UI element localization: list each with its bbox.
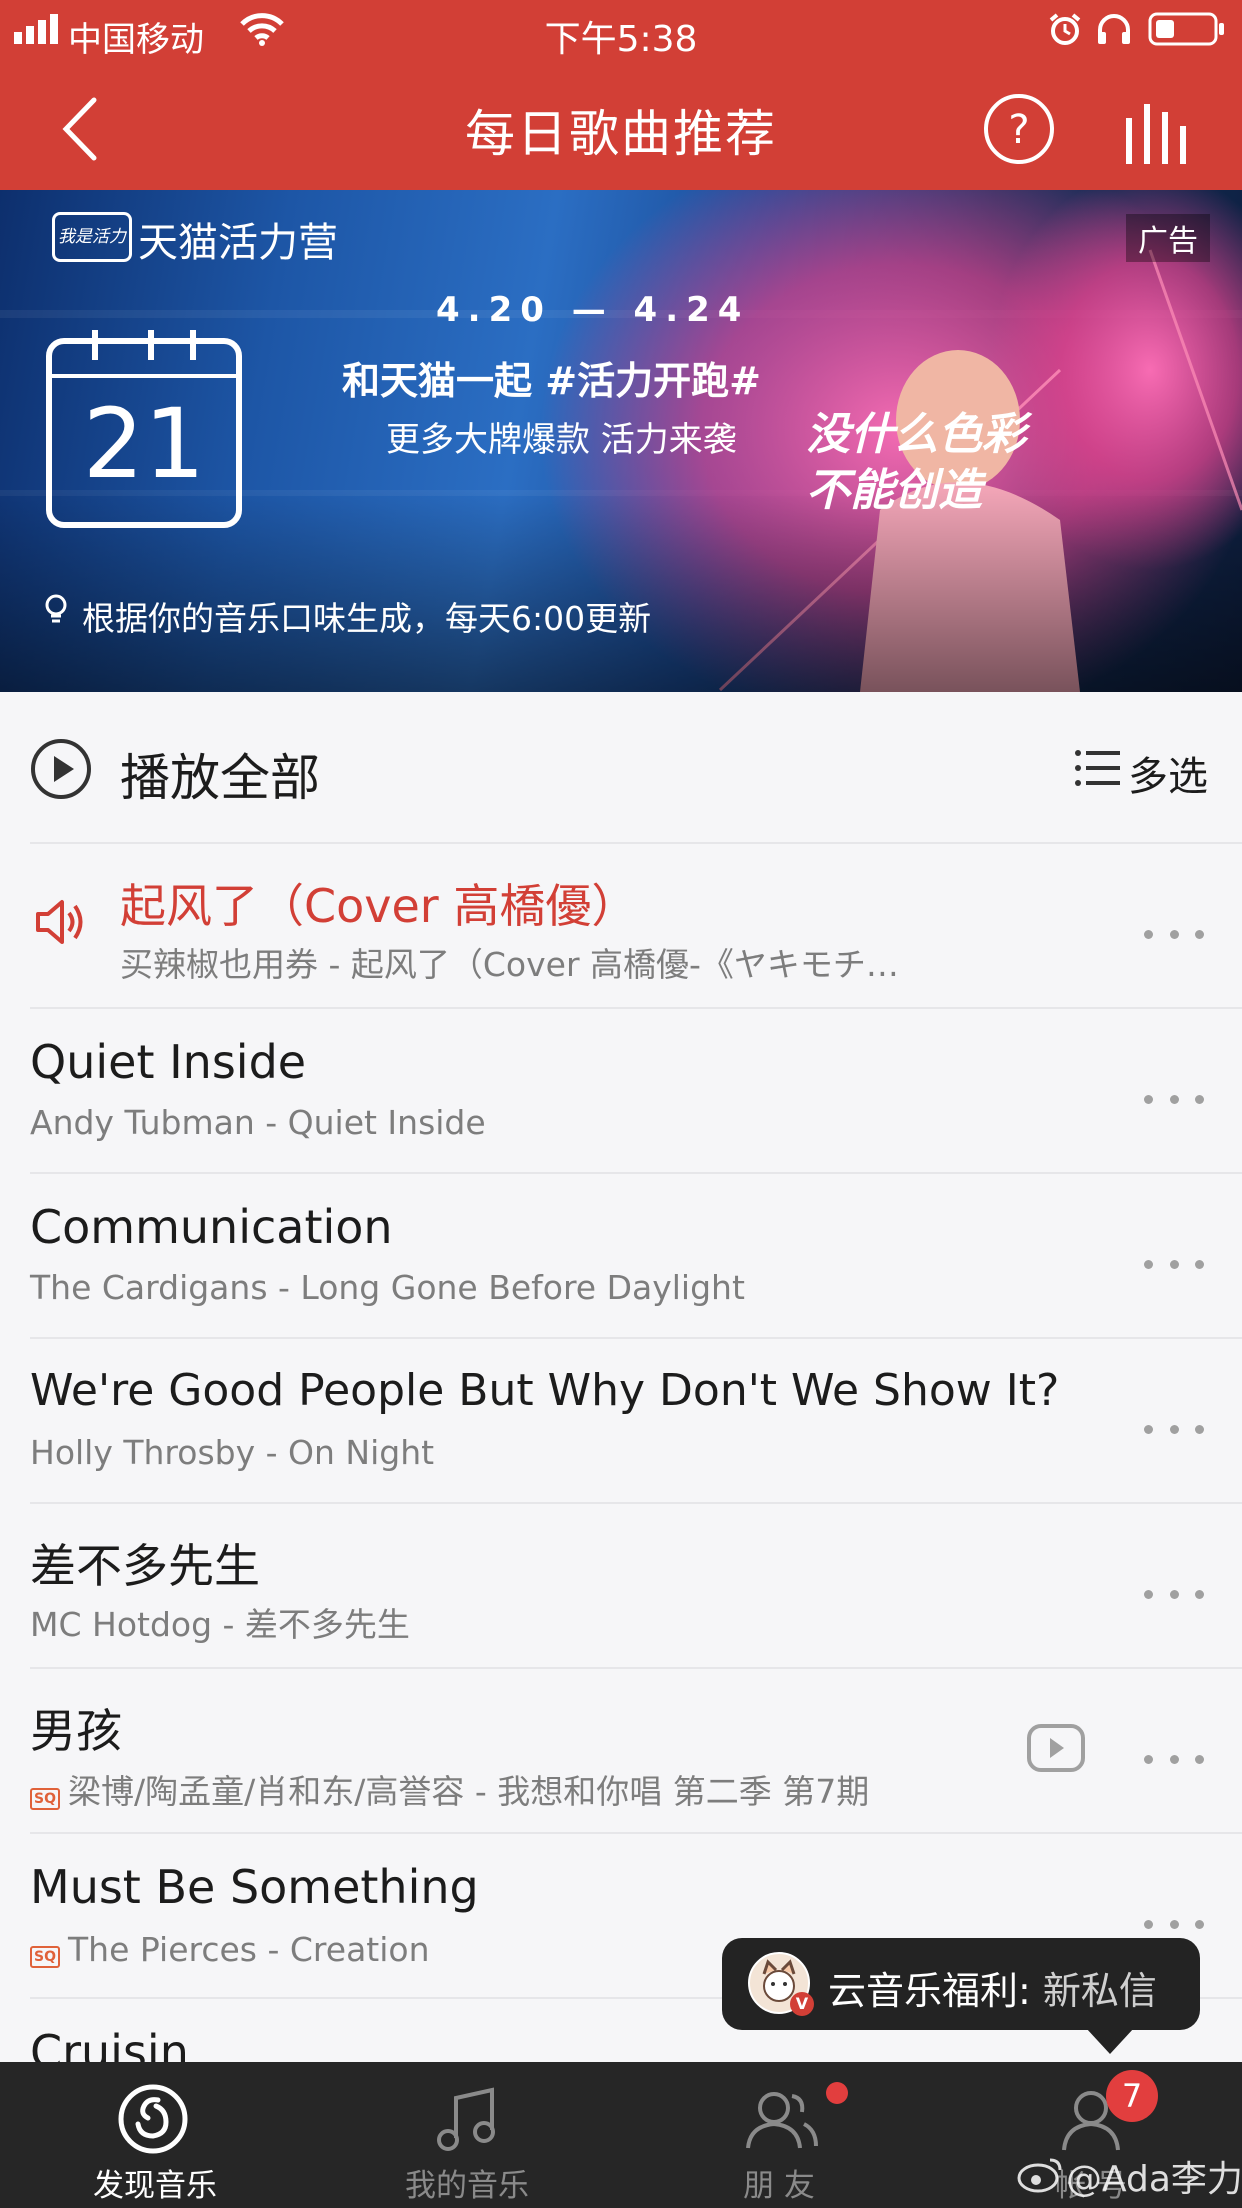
toast-avatar: V xyxy=(748,1952,814,2016)
speaker-icon xyxy=(36,900,83,944)
song-subtitle: 梁博/陶孟童/肖和东/高誉容 - 我想和你唱 第二季 第7期 xyxy=(68,1772,870,1811)
song-title: Quiet Inside xyxy=(30,1035,307,1089)
tab-label: 发现音乐 xyxy=(93,2168,217,2204)
music-note-icon xyxy=(437,2087,495,2151)
calendar-icon: 21 xyxy=(46,330,242,528)
notification-dot xyxy=(826,2082,848,2104)
song-subtitle: MC Hotdog - 差不多先生 xyxy=(30,1605,410,1644)
song-subtitle: The Pierces - Creation xyxy=(68,1930,430,1969)
battery-icon xyxy=(1148,12,1224,46)
more-options-icon[interactable] xyxy=(1144,924,1204,944)
tab-label: 朋 友 xyxy=(743,2168,815,2204)
song-title: Communication xyxy=(30,1200,393,1254)
more-options-icon[interactable] xyxy=(1144,1584,1204,1604)
calendar-day: 21 xyxy=(82,388,206,500)
lightbulb-icon xyxy=(45,594,67,623)
tab-discover[interactable]: 发现音乐 xyxy=(30,2062,280,2208)
account-badge: 7 xyxy=(1106,2070,1158,2122)
promo-slogan-2: 不能创造 xyxy=(806,465,982,516)
toast-value: 新私信 xyxy=(1042,1969,1157,2013)
song-row[interactable]: 差不多先生 MC Hotdog - 差不多先生 xyxy=(0,1504,1242,1667)
song-row[interactable]: 起风了（Cover 高橋優） 买辣椒也用券 - 起风了（Cover 高橋優-《ヤ… xyxy=(0,844,1242,1007)
promo-subline: 更多大牌爆款 活力来袭 xyxy=(386,420,737,460)
song-title: 起风了（Cover 高橋優） xyxy=(120,879,638,933)
weibo-logo-icon xyxy=(1017,2158,1062,2193)
song-title: 男孩 xyxy=(30,1704,122,1758)
song-title: Cruisin xyxy=(30,2025,189,2062)
song-subtitle: The Cardigans - Long Gone Before Dayligh… xyxy=(30,1268,745,1307)
now-playing-icon[interactable] xyxy=(1120,98,1196,164)
promo-slogan-1: 没什么色彩 xyxy=(806,409,1026,460)
more-options-icon[interactable] xyxy=(1144,1254,1204,1274)
song-subtitle: Holly Throsby - On Night xyxy=(30,1433,435,1472)
verified-badge: V xyxy=(790,1992,814,2016)
more-options-icon[interactable] xyxy=(1144,1089,1204,1109)
headphones-icon xyxy=(1098,14,1130,44)
toast-label: 云音乐福利: xyxy=(828,1969,1031,2013)
tab-my-music[interactable]: 我的音乐 xyxy=(342,2062,592,2208)
sq-badge: SQ xyxy=(30,1945,60,1968)
play-all-icon[interactable] xyxy=(30,738,92,800)
tab-label: 我的音乐 xyxy=(405,2168,529,2204)
more-options-icon[interactable] xyxy=(1144,1419,1204,1439)
play-all-button[interactable]: 播放全部 xyxy=(120,738,320,810)
daily-banner[interactable]: 我是活力 天猫活力营 广告 4.20 — 4.24 和天猫一起 #活力开跑# 更… xyxy=(0,190,1242,692)
sq-badge: SQ xyxy=(30,1787,60,1810)
promo-date-range: 4.20 — 4.24 xyxy=(436,290,750,330)
song-subtitle-line: SQ The Pierces - Creation xyxy=(30,1930,430,1969)
song-subtitle: 买辣椒也用券 - 起风了（Cover 高橋優-《ヤキモチ… xyxy=(120,945,899,984)
netease-music-icon xyxy=(118,2084,188,2154)
song-row[interactable]: We're Good People But Why Don't We Show … xyxy=(0,1339,1242,1502)
toast-text: 云音乐福利: 新私信 xyxy=(828,1960,1157,2015)
promo-headline: 和天猫一起 #活力开跑# xyxy=(342,359,761,403)
song-row[interactable]: Communication The Cardigans - Long Gone … xyxy=(0,1174,1242,1337)
toast-arrow xyxy=(1086,2028,1134,2054)
recommend-note: 根据你的音乐口味生成，每天6:00更新 xyxy=(82,599,652,638)
friends-icon xyxy=(746,2092,818,2149)
svg-text:?: ? xyxy=(1008,107,1029,153)
multi-select-button[interactable]: 多选 xyxy=(1128,744,1208,802)
brand-badge: 我是活力 xyxy=(52,212,132,262)
more-options-icon[interactable] xyxy=(1144,1914,1204,1934)
more-options-icon[interactable] xyxy=(1144,1749,1204,1769)
song-title: Must Be Something xyxy=(30,1860,479,1914)
list-icon[interactable] xyxy=(1074,748,1120,788)
tab-friends[interactable]: 朋 友 xyxy=(654,2062,904,2208)
mv-play-icon[interactable] xyxy=(1026,1723,1086,1773)
song-row[interactable]: Quiet Inside Andy Tubman - Quiet Inside xyxy=(0,1009,1242,1172)
song-title: 差不多先生 xyxy=(30,1539,260,1593)
song-subtitle: Andy Tubman - Quiet Inside xyxy=(30,1103,486,1142)
watermark: @Ada李力 xyxy=(1066,2159,1242,2200)
help-icon[interactable]: ? xyxy=(982,92,1056,166)
alarm-icon xyxy=(1049,13,1081,45)
ad-label: 广告 xyxy=(1126,214,1210,262)
message-toast[interactable]: V 云音乐福利: 新私信 xyxy=(722,1938,1200,2054)
brand-name: 天猫活力营 xyxy=(138,220,338,266)
song-subtitle-line: SQ 梁博/陶孟童/肖和东/高誉容 - 我想和你唱 第二季 第7期 xyxy=(30,1765,869,1813)
song-row[interactable]: 男孩 SQ 梁博/陶孟童/肖和东/高誉容 - 我想和你唱 第二季 第7期 xyxy=(0,1669,1242,1832)
song-title: We're Good People But Why Don't We Show … xyxy=(30,1365,1060,1416)
